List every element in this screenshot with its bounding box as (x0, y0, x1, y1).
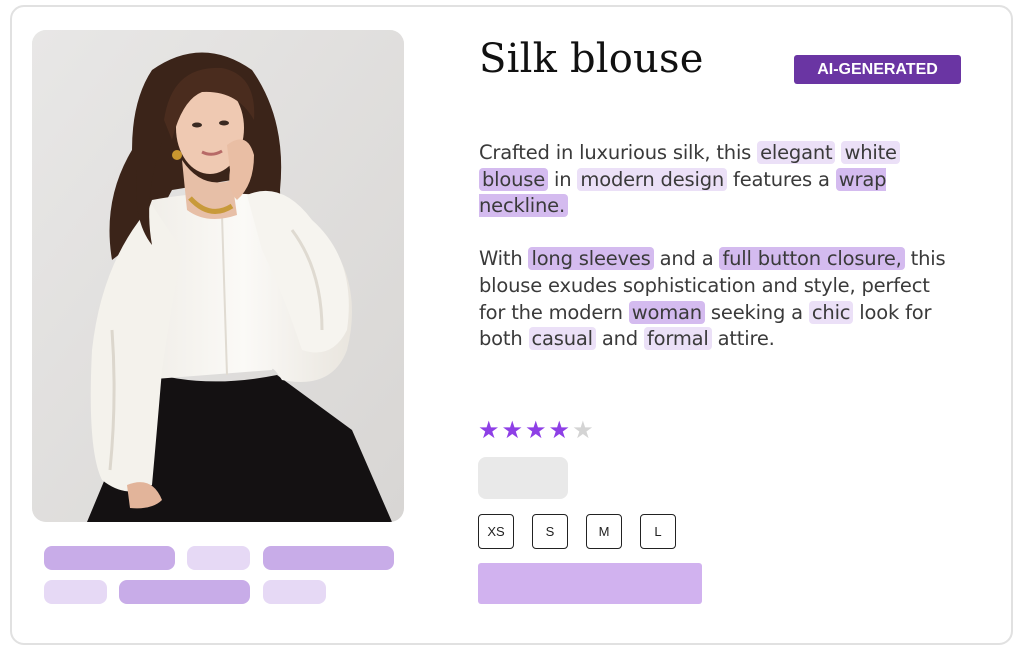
tag-placeholder[interactable] (44, 580, 107, 604)
description-text: features a (727, 167, 836, 191)
star-filled-icon[interactable]: ★ (502, 416, 524, 444)
highlighted-keyword: chic (808, 300, 854, 324)
description-paragraph: Crafted in luxurious silk, this elegant … (479, 140, 949, 220)
size-option-m[interactable]: M (586, 514, 622, 549)
description-text: Crafted in luxurious silk, this (479, 141, 758, 164)
description-paragraph: With long sleeves and a full button clos… (479, 246, 949, 353)
description-text: in (548, 167, 578, 191)
highlighted-keyword: white (841, 141, 900, 164)
highlighted-keyword: woman (628, 300, 705, 324)
product-image[interactable] (32, 30, 404, 522)
star-filled-icon[interactable]: ★ (478, 416, 500, 444)
star-filled-icon[interactable]: ★ (525, 416, 547, 444)
highlighted-keyword: full button closure, (719, 247, 905, 271)
highlighted-keyword: formal (643, 327, 712, 351)
tag-placeholder[interactable] (263, 546, 394, 570)
size-option-xs[interactable]: XS (478, 514, 514, 549)
highlighted-keyword: casual (528, 327, 596, 351)
highlighted-keyword: blouse (479, 167, 549, 191)
description-text: With (479, 247, 529, 271)
tag-placeholder[interactable] (119, 580, 250, 604)
tag-placeholder[interactable] (187, 546, 250, 570)
description-text: and a (653, 247, 720, 271)
highlighted-keyword: long sleeves (528, 247, 654, 271)
star-rating[interactable]: ★ ★ ★ ★ ★ (478, 416, 594, 444)
ai-generated-badge: AI-GENERATED (794, 55, 961, 84)
product-description: Crafted in luxurious silk, this elegant … (479, 140, 949, 353)
product-photo-illustration (32, 30, 404, 522)
description-text: attire. (711, 327, 775, 351)
size-option-s[interactable]: S (532, 514, 568, 549)
star-empty-icon[interactable]: ★ (572, 416, 594, 444)
description-text: and (595, 327, 644, 351)
product-title: Silk blouse (479, 36, 704, 82)
description-text: seeking a (704, 300, 809, 324)
star-filled-icon[interactable]: ★ (549, 416, 571, 444)
add-to-cart-button[interactable] (478, 563, 702, 604)
highlighted-keyword: elegant (757, 141, 836, 164)
tag-placeholder[interactable] (44, 546, 175, 570)
tag-placeholder[interactable] (263, 580, 326, 604)
size-option-l[interactable]: L (640, 514, 676, 549)
size-selector: XS S M L (478, 514, 676, 549)
price-placeholder (478, 457, 568, 499)
highlighted-keyword: modern design (577, 167, 728, 191)
